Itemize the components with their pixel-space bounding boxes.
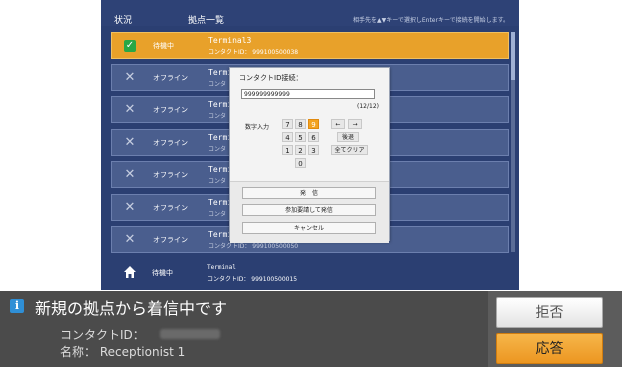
- self-name: Terminal: [207, 264, 236, 271]
- cursor-left-key[interactable]: ←: [331, 119, 345, 129]
- contact-id-input[interactable]: 999999999999: [241, 89, 375, 99]
- row-name: Terminal3: [208, 36, 252, 45]
- key-4[interactable]: 4: [282, 132, 293, 142]
- offline-x-icon: ✕: [124, 135, 136, 150]
- key-3[interactable]: 3: [308, 145, 319, 155]
- self-status: 待機中: [152, 269, 173, 277]
- key-0[interactable]: 0: [295, 158, 306, 168]
- answer-button[interactable]: 応答: [496, 333, 603, 364]
- backspace-key[interactable]: 後退: [337, 132, 359, 142]
- navigation-hint: 相手先を▲▼キーで選択しEnterキーで接続を開始します。: [352, 17, 509, 24]
- offline-x-icon: ✕: [124, 232, 136, 247]
- caller-name: 名称： Receptionist 1: [60, 345, 186, 359]
- home-icon: [124, 266, 136, 278]
- check-icon: ✓: [124, 40, 136, 52]
- dialog-button-area: 発 信 参加要請して発信 キャンセル: [230, 181, 389, 243]
- offline-x-icon: ✕: [124, 70, 136, 85]
- list-header: 状況 拠点一覧 相手先を▲▼キーで選択しEnterキーで接続を開始します。: [101, 0, 519, 26]
- list-item-selected[interactable]: ✓ 待機中 Terminal3 コンタクトID： 999100500038: [111, 32, 509, 59]
- numeric-input-label: 数字入力: [245, 124, 270, 131]
- char-counter: (12/12): [357, 103, 379, 110]
- key-6[interactable]: 6: [308, 132, 319, 142]
- key-9[interactable]: 9: [308, 119, 319, 129]
- caller-contact-label: コンタクトID：: [60, 328, 145, 342]
- key-1[interactable]: 1: [282, 145, 293, 155]
- row-status: オフライン: [153, 236, 188, 244]
- call-button[interactable]: 発 信: [242, 187, 376, 199]
- self-terminal-row: 待機中 Terminal コンタクトID： 999100500015: [111, 260, 509, 290]
- row-contact: コンタ: [208, 211, 227, 218]
- key-5[interactable]: 5: [295, 132, 306, 142]
- row-contact: コンタ: [208, 178, 227, 185]
- scrollbar-thumb[interactable]: [511, 32, 515, 80]
- row-contact: コンタ: [208, 146, 227, 153]
- row-contact: コンタクトID： 999100500038: [208, 49, 299, 56]
- info-icon: i: [10, 299, 24, 313]
- key-8[interactable]: 8: [295, 119, 306, 129]
- offline-x-icon: ✕: [124, 167, 136, 182]
- offline-x-icon: ✕: [124, 102, 136, 117]
- cursor-right-key[interactable]: →: [348, 119, 362, 129]
- self-contact: コンタクトID： 999100500015: [207, 276, 298, 283]
- incoming-title: 新規の拠点から着信中です: [35, 299, 228, 318]
- list-scrollbar[interactable]: [511, 32, 515, 252]
- reject-button[interactable]: 拒否: [496, 297, 603, 328]
- row-status: 待機中: [153, 42, 174, 50]
- list-column-label: 拠点一覧: [188, 16, 225, 26]
- cancel-button[interactable]: キャンセル: [242, 222, 376, 234]
- redacted-contact-id: [160, 329, 220, 339]
- status-column-label: 状況: [114, 16, 133, 26]
- offline-x-icon: ✕: [124, 200, 136, 215]
- row-status: オフライン: [153, 74, 188, 82]
- dialog-title: コンタクトID接続：: [239, 74, 303, 82]
- clear-all-key[interactable]: 全てクリア: [331, 145, 368, 155]
- row-contact: コンタ: [208, 113, 227, 120]
- row-status: オフライン: [153, 139, 188, 147]
- key-7[interactable]: 7: [282, 119, 293, 129]
- row-status: オフライン: [153, 171, 188, 179]
- key-2[interactable]: 2: [295, 145, 306, 155]
- contact-id-dialog: コンタクトID接続： 999999999999 (12/12) 数字入力 7 8…: [229, 67, 390, 243]
- row-status: オフライン: [153, 204, 188, 212]
- call-after-join-button[interactable]: 参加要請して発信: [242, 204, 376, 216]
- row-contact: コンタ: [208, 81, 227, 88]
- row-status: オフライン: [153, 106, 188, 114]
